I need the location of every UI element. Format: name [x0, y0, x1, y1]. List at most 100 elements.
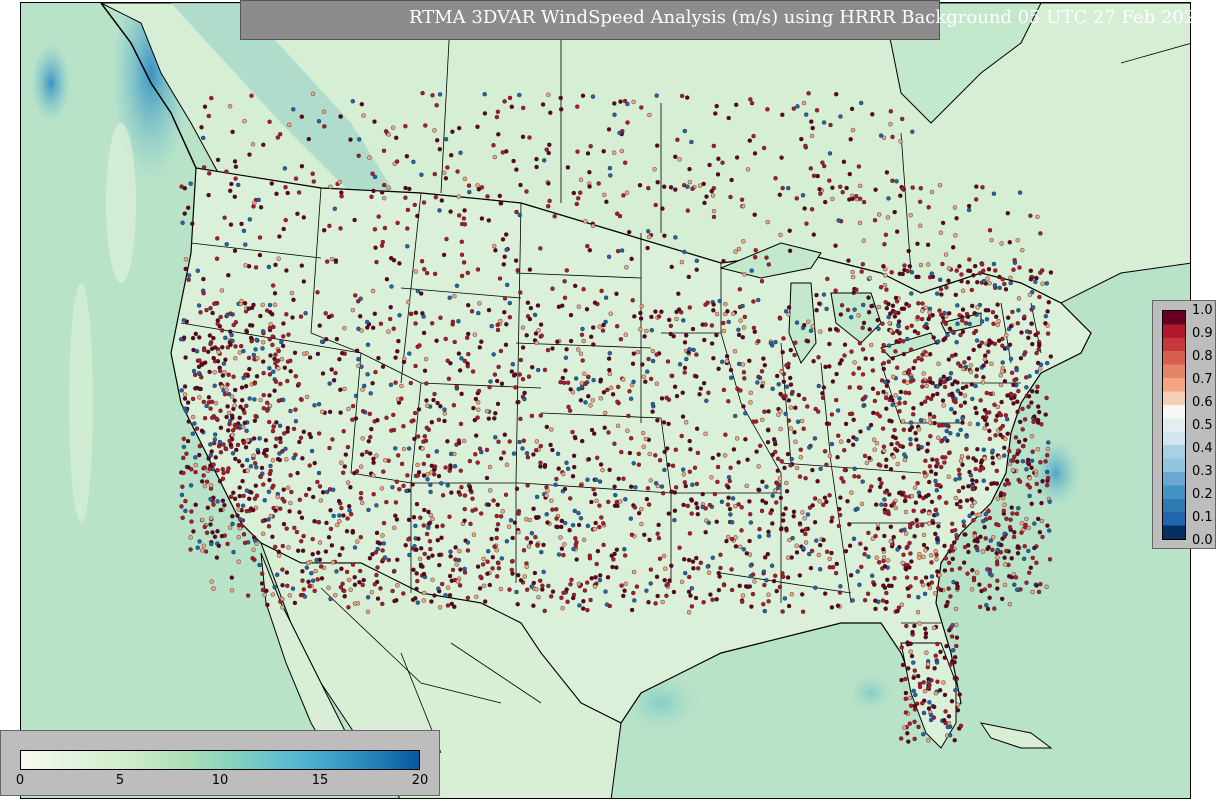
station-dot	[462, 506, 467, 512]
station-dot	[574, 376, 579, 381]
station-dot	[1044, 584, 1049, 589]
station-dot	[827, 556, 832, 562]
station-dot	[1023, 522, 1028, 528]
station-dot	[806, 319, 811, 324]
station-dot	[491, 142, 496, 148]
station-dot	[401, 359, 407, 365]
station-dot	[852, 474, 857, 479]
station-dot	[803, 527, 808, 532]
station-dot	[350, 562, 356, 567]
station-dot	[960, 462, 965, 467]
station-dot	[926, 738, 931, 743]
station-dot	[222, 215, 227, 220]
station-dot	[417, 343, 422, 348]
station-dot	[285, 583, 290, 588]
station-dot	[249, 93, 254, 98]
station-dot	[1019, 330, 1024, 335]
station-dot	[886, 196, 891, 201]
station-dot	[689, 498, 694, 503]
station-dot	[306, 136, 311, 142]
station-dot	[606, 430, 611, 435]
station-dot	[902, 452, 907, 457]
station-dot	[684, 420, 689, 425]
station-dot	[921, 554, 926, 560]
station-dot	[682, 249, 687, 255]
station-dot	[912, 719, 917, 724]
station-dot	[883, 606, 888, 611]
station-dot	[496, 132, 501, 137]
ratio-colorbar	[1162, 310, 1186, 540]
station-dot	[338, 114, 343, 119]
station-dot	[614, 499, 620, 505]
station-dot	[1040, 534, 1045, 540]
station-dot	[262, 592, 267, 598]
station-dot	[457, 492, 463, 497]
station-dot	[781, 336, 786, 341]
station-dot	[732, 349, 738, 354]
station-dot	[636, 511, 642, 516]
station-dot	[909, 559, 914, 564]
station-dot	[1011, 267, 1016, 272]
station-dot	[972, 311, 977, 316]
station-dot	[1011, 401, 1016, 406]
station-dot	[884, 590, 889, 596]
station-dot	[361, 577, 366, 583]
station-dot	[733, 535, 738, 540]
station-dot	[218, 408, 223, 413]
station-dot	[504, 232, 509, 237]
station-dot	[511, 158, 516, 164]
station-dot	[280, 605, 285, 610]
station-dot	[702, 200, 707, 206]
station-dot	[677, 545, 682, 550]
station-dot	[962, 544, 968, 550]
station-dot	[949, 543, 954, 549]
station-dot	[466, 183, 472, 188]
station-dot	[934, 457, 939, 463]
station-dot	[649, 328, 654, 333]
station-dot	[790, 389, 795, 395]
station-dot	[830, 379, 836, 384]
station-dot	[827, 453, 833, 459]
station-dot	[858, 385, 863, 390]
station-dot	[997, 285, 1002, 290]
station-dot	[459, 356, 464, 361]
station-dot	[440, 523, 445, 528]
station-dot	[920, 379, 926, 384]
station-dot	[928, 379, 933, 385]
station-dot	[1003, 413, 1008, 418]
station-dot	[347, 508, 352, 513]
station-dot	[496, 566, 502, 571]
station-dot	[836, 433, 841, 438]
station-dot	[650, 358, 656, 364]
station-dot	[1027, 292, 1033, 297]
station-dot	[397, 313, 402, 318]
station-dot	[476, 407, 481, 412]
station-dot	[186, 419, 191, 424]
station-dot	[1002, 379, 1008, 384]
station-dot	[958, 427, 963, 433]
station-dot	[183, 355, 188, 360]
station-dot	[342, 464, 347, 469]
station-dot	[1008, 280, 1013, 286]
station-dot	[505, 282, 510, 288]
station-dot	[315, 290, 320, 295]
station-dot	[573, 283, 578, 289]
station-dot	[951, 245, 956, 250]
station-dot	[257, 235, 263, 240]
station-dot	[284, 457, 289, 462]
station-dot	[328, 596, 333, 602]
station-dot	[1032, 545, 1037, 551]
station-dot	[280, 543, 285, 549]
station-dot	[1008, 517, 1013, 522]
station-dot	[783, 411, 788, 417]
station-dot	[280, 567, 285, 572]
station-dot	[356, 357, 361, 362]
station-dot	[211, 502, 216, 507]
station-dot	[793, 405, 798, 410]
station-dot	[564, 587, 569, 592]
station-dot	[843, 421, 849, 427]
station-dot	[1027, 374, 1032, 379]
station-dot	[903, 676, 908, 682]
station-dot	[437, 552, 442, 558]
station-dot	[215, 236, 220, 241]
